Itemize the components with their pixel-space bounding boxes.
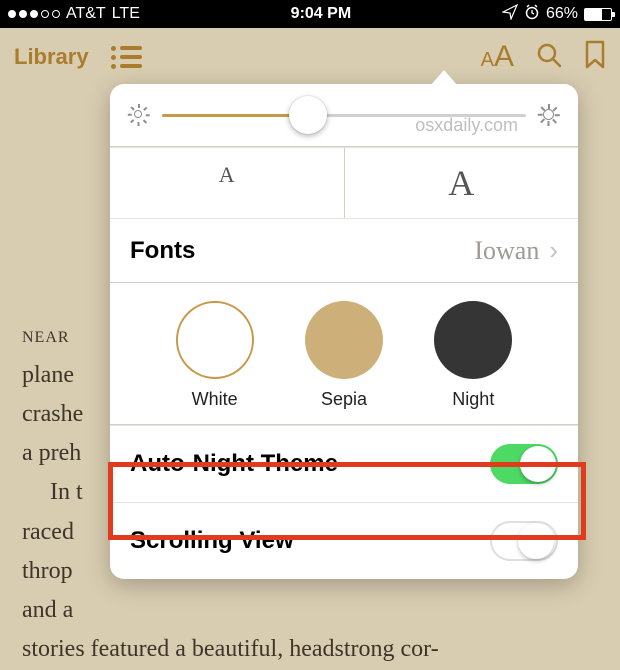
chevron-right-icon: › — [549, 235, 558, 266]
theme-white[interactable]: White — [176, 301, 254, 410]
appearance-popover: osxdaily.com A A Fonts Iowan › White Sep… — [110, 84, 578, 579]
auto-night-row: Auto-Night Theme — [110, 425, 578, 502]
signal-strength-icon — [8, 10, 60, 18]
network-label: LTE — [112, 5, 140, 23]
watermark: osxdaily.com — [415, 115, 518, 136]
toc-button[interactable] — [111, 46, 142, 69]
library-button[interactable]: Library — [14, 44, 89, 70]
brightness-slider-row: osxdaily.com — [110, 84, 578, 147]
theme-sepia[interactable]: Sepia — [305, 301, 383, 410]
theme-sepia-swatch — [305, 301, 383, 379]
auto-night-label: Auto-Night Theme — [130, 450, 338, 478]
scrolling-view-row: Scrolling View — [110, 502, 578, 579]
appearance-button[interactable]: AA — [481, 40, 514, 74]
theme-night[interactable]: Night — [434, 301, 512, 410]
scrolling-view-toggle[interactable] — [490, 521, 558, 561]
auto-night-toggle[interactable] — [490, 444, 558, 484]
brightness-low-icon — [128, 104, 150, 126]
font-size-row: A A Fonts Iowan › — [110, 147, 578, 283]
status-right: 66% — [502, 4, 612, 25]
clock: 9:04 PM — [291, 5, 351, 23]
themes-row: White Sepia Night — [110, 283, 578, 425]
battery-icon — [584, 8, 612, 21]
search-button[interactable] — [536, 42, 562, 73]
font-larger-button[interactable]: A — [345, 147, 579, 218]
status-bar: AT&T LTE 9:04 PM 66% — [0, 0, 620, 28]
status-left: AT&T LTE — [8, 5, 140, 23]
theme-white-swatch — [176, 301, 254, 379]
brightness-thumb[interactable] — [289, 96, 327, 134]
reader-toolbar: Library AA — [0, 28, 620, 86]
brightness-high-icon — [538, 104, 560, 126]
battery-pct: 66% — [546, 5, 578, 23]
fonts-row[interactable]: Fonts Iowan › — [110, 218, 578, 282]
bookmark-button[interactable] — [584, 40, 606, 75]
theme-night-swatch — [434, 301, 512, 379]
carrier-label: AT&T — [66, 5, 106, 23]
fonts-label: Fonts — [130, 237, 195, 265]
font-smaller-button[interactable]: A — [110, 147, 345, 218]
scrolling-view-label: Scrolling View — [130, 527, 294, 555]
location-icon — [502, 4, 518, 25]
fonts-value: Iowan — [474, 236, 539, 266]
alarm-icon — [524, 4, 540, 25]
